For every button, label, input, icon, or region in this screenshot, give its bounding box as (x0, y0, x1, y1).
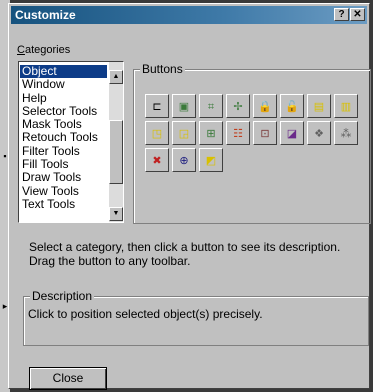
categories-scrollbar[interactable]: ▲ ▼ (109, 62, 123, 222)
tool-button[interactable]: ▤ (307, 94, 331, 118)
category-item[interactable]: Text Tools (20, 197, 107, 211)
customize-dialog: Customize ? ✕ Categories Object Window Hel… (8, 3, 371, 390)
scroll-up-icon[interactable]: ▲ (109, 70, 123, 84)
align-corners-icon: ⌗ (207, 100, 215, 113)
lock-icon: 🔒 (258, 100, 272, 113)
buttons-groupbox: Buttons ⊏ ▣ ⌗ ✢ 🔒 🔓 ▤ ▥ ◳ ◲ ⊞ ☷ ⊡ ◪ ❖ ⁂ ✖ ⊕ ◩ (133, 62, 371, 224)
tool-button[interactable]: ◩ (199, 148, 223, 172)
instruction-text: Select a category, then click a button t… (29, 240, 341, 268)
position-icon: ⊡ (260, 127, 270, 140)
align-center-icon: ▣ (178, 100, 190, 113)
delete-object-icon: ✖ (152, 154, 162, 167)
combine-icon: ☷ (233, 127, 243, 140)
tool-button[interactable]: 🔒 (253, 94, 277, 118)
tool-button[interactable]: 🔓 (280, 94, 304, 118)
description-group-label: Description (30, 289, 95, 303)
categories-list: Object Window Help Selector Tools Mask Tools… (20, 64, 107, 211)
unlock-icon: 🔓 (285, 100, 299, 113)
category-item[interactable]: Filter Tools (20, 144, 107, 158)
merge-icon: ⁂ (340, 127, 352, 140)
bring-forward-icon: ▤ (313, 100, 325, 113)
tool-button[interactable]: ✢ (226, 94, 250, 118)
tool-button[interactable]: ▥ (334, 94, 358, 118)
category-item[interactable]: Retouch Tools (20, 131, 107, 144)
crop-icon: ◪ (286, 127, 298, 140)
object-properties-icon: ⊕ (179, 154, 189, 167)
categories-listbox[interactable]: Object Window Help Selector Tools Mask Tools… (18, 61, 124, 223)
scroll-thumb[interactable] (109, 120, 123, 184)
tool-button[interactable]: ◪ (280, 121, 304, 145)
category-item[interactable]: Window (20, 78, 107, 91)
tool-button[interactable]: ✖ (145, 148, 169, 172)
tool-button[interactable]: ⁂ (334, 121, 358, 145)
group-icon: ◳ (151, 127, 163, 140)
align-left-icon: ⊏ (152, 100, 162, 113)
close-window-button[interactable]: ✕ (350, 8, 365, 21)
buttons-group-label: Buttons (140, 62, 185, 76)
tool-button[interactable]: ◳ (145, 121, 169, 145)
help-button[interactable]: ? (334, 8, 349, 21)
distribute-icon: ⊞ (206, 127, 216, 140)
category-item[interactable]: Object (20, 64, 107, 79)
window-title: Customize (15, 8, 76, 22)
category-item[interactable]: Draw Tools (20, 171, 107, 184)
category-item[interactable]: Help (20, 91, 107, 105)
title-bar[interactable]: Customize ? ✕ (11, 6, 367, 24)
description-groupbox: Description Click to position selected o… (23, 289, 369, 346)
tool-button[interactable]: ⌗ (199, 94, 223, 118)
tool-button[interactable]: ⊡ (253, 121, 277, 145)
category-item[interactable]: Selector Tools (20, 104, 107, 118)
scroll-down-icon[interactable]: ▼ (109, 207, 123, 221)
tool-button[interactable]: ⊏ (145, 94, 169, 118)
ungroup-icon: ◲ (178, 127, 190, 140)
feather-icon: ❖ (314, 127, 324, 140)
categories-label-accelerator: C (17, 44, 25, 56)
align-middle-icon: ✢ (233, 100, 243, 113)
tool-button[interactable]: ❖ (307, 121, 331, 145)
tool-button[interactable]: ▣ (172, 94, 196, 118)
tool-button[interactable]: ⊕ (172, 148, 196, 172)
tool-button[interactable]: ◲ (172, 121, 196, 145)
categories-label-text: ategories (24, 44, 71, 56)
description-text: Click to position selected object(s) pre… (28, 307, 263, 321)
close-button[interactable]: Close (29, 367, 107, 390)
category-item[interactable]: View Tools (20, 184, 107, 198)
tool-button[interactable]: ⊞ (199, 121, 223, 145)
send-backward-icon: ▥ (340, 100, 352, 113)
category-item[interactable]: Fill Tools (20, 157, 107, 171)
transparency-icon: ◩ (205, 154, 217, 167)
tool-button[interactable]: ☷ (226, 121, 250, 145)
categories-label: Categories (17, 44, 70, 56)
category-item[interactable]: Mask Tools (20, 118, 107, 131)
